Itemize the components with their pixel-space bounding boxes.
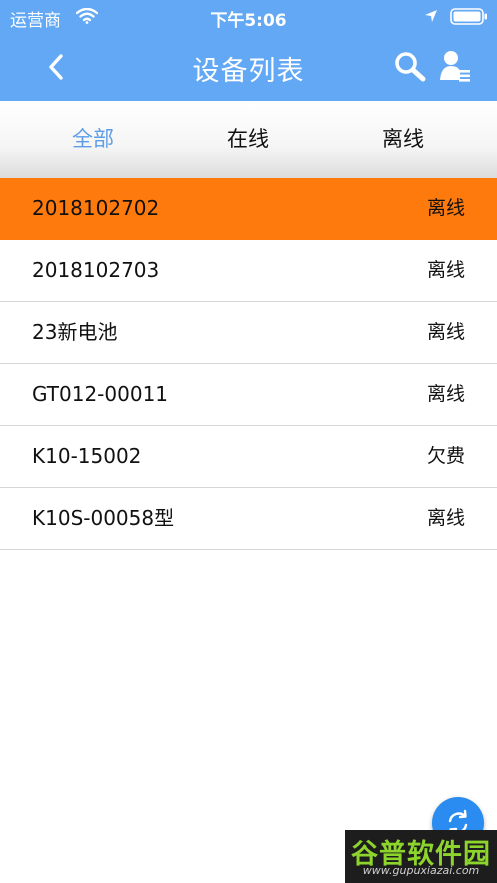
tab-all[interactable]: 全部	[10, 101, 176, 178]
device-list: 2018102702 离线 2018102703 离线 23新电池 离线 GT0…	[0, 178, 497, 550]
search-button[interactable]	[391, 48, 429, 86]
watermark: 谷普软件园 www.gupuxiazai.com	[345, 830, 497, 883]
device-row[interactable]: K10-15002 欠费	[0, 426, 497, 488]
device-status: 离线	[426, 259, 465, 281]
device-row[interactable]: K10S-00058型 离线	[0, 488, 497, 550]
device-status: 离线	[426, 197, 465, 219]
app-header: 运营商 下午5:06 设备列表	[0, 0, 497, 101]
device-name: K10S-00058型	[32, 506, 175, 530]
device-name: 2018102703	[32, 258, 160, 282]
device-status: 离线	[426, 383, 465, 405]
device-row[interactable]: GT012-00011 离线	[0, 364, 497, 426]
watermark-url: www.gupuxiazai.com	[362, 864, 480, 877]
search-icon	[395, 52, 426, 82]
device-status: 离线	[426, 321, 465, 343]
tab-online[interactable]: 在线	[165, 101, 331, 178]
device-row[interactable]: 2018102702 离线	[0, 178, 497, 240]
device-name: 23新电池	[32, 320, 118, 344]
device-name: GT012-00011	[32, 382, 169, 406]
device-status: 欠费	[426, 445, 465, 467]
user-list-icon	[440, 51, 470, 82]
status-time: 下午5:06	[210, 11, 287, 31]
device-row[interactable]: 2018102703 离线	[0, 240, 497, 302]
filter-tabs: 全部 在线 离线	[0, 101, 497, 178]
tab-offline[interactable]: 离线	[320, 101, 486, 178]
navigation-bar: 设备列表	[0, 34, 497, 101]
user-list-button[interactable]	[438, 48, 474, 86]
device-status: 离线	[426, 507, 465, 529]
device-name: K10-15002	[32, 444, 142, 468]
device-row[interactable]: 23新电池 离线	[0, 302, 497, 364]
device-name: 2018102702	[32, 196, 160, 220]
battery-icon	[450, 8, 487, 25]
status-bar: 运营商 下午5:06	[0, 0, 497, 34]
location-icon	[425, 10, 437, 22]
